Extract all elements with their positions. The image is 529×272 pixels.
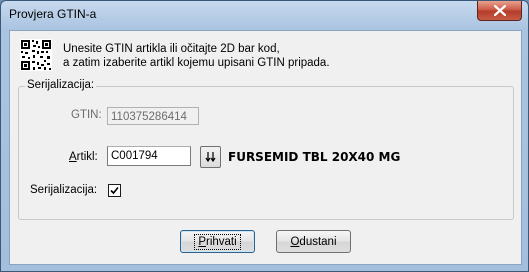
artikl-lookup-button[interactable] xyxy=(200,146,221,168)
serijalizacija-checkbox[interactable] xyxy=(108,184,121,197)
prihvati-label: Prihvati xyxy=(194,233,241,250)
artikl-field[interactable]: C001794 xyxy=(107,146,191,166)
gtin-label: GTIN: xyxy=(71,109,102,121)
instructions: Unesite GTIN artikla ili očitajte 2D bar… xyxy=(63,42,330,70)
serialization-group: Serijalizacija: GTIN: 110375286414 Artik… xyxy=(18,79,514,220)
prihvati-button[interactable]: Prihvati xyxy=(180,230,255,253)
gtin-field[interactable]: 110375286414 xyxy=(107,107,199,125)
dialog-body: Unesite GTIN artikla ili očitajte 2D bar… xyxy=(9,30,522,265)
instructions-line-2: a zatim izaberite artikl kojemu upisani … xyxy=(63,57,330,69)
close-button[interactable] xyxy=(477,1,522,21)
artikl-name: FURSEMID TBL 20X40 MG xyxy=(228,150,401,164)
window-title: Provjera GTIN-a xyxy=(9,7,97,21)
odustani-label: Odustani xyxy=(290,235,337,248)
group-legend: Serijalizacija: xyxy=(25,79,97,91)
lookup-arrows-icon xyxy=(205,152,216,163)
odustani-button[interactable]: Odustani xyxy=(276,230,351,253)
artikl-label: Artikl: xyxy=(69,151,98,163)
instructions-line-1: Unesite GTIN artikla ili očitajte 2D bar… xyxy=(63,43,280,55)
checkmark-icon xyxy=(110,186,119,195)
close-icon xyxy=(493,5,506,16)
qr-code-icon xyxy=(20,39,52,71)
dialog-window: Provjera GTIN-a Unesite GTIN artikla ili… xyxy=(0,0,529,272)
serijalizacija-label: Serijalizacija: xyxy=(30,184,98,196)
title-bar[interactable]: Provjera GTIN-a xyxy=(1,1,528,29)
